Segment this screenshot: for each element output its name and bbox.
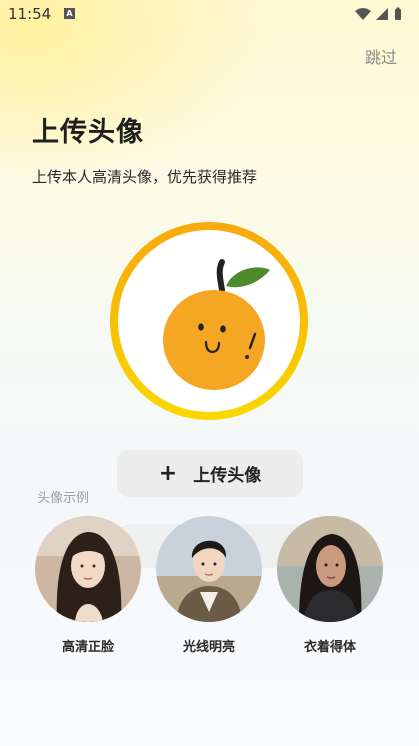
examples-label: 头像示例 <box>37 491 90 506</box>
battery-icon <box>395 7 401 20</box>
status-bar: 11:54 A <box>0 0 419 28</box>
cellular-signal-icon <box>376 8 388 20</box>
example-caption: 光线明亮 <box>182 640 235 655</box>
example-photo <box>35 516 141 622</box>
example-photo <box>156 516 262 622</box>
status-indicators <box>354 6 409 20</box>
upload-avatar-button[interactable]: + 上传头像 <box>117 450 303 497</box>
status-time: 11:54 <box>8 5 52 23</box>
example-caption: 高清正脸 <box>61 640 114 655</box>
avatar-placeholder[interactable] <box>110 222 308 420</box>
plus-icon: + <box>158 460 178 486</box>
skip-button[interactable]: 跳过 <box>365 44 397 68</box>
example-item-clear-face: 高清正脸 <box>33 516 143 655</box>
avatar-placeholder-inner <box>118 230 300 412</box>
page-subtitle: 上传本人高清头像，优先获得推荐 <box>32 168 258 186</box>
example-photo <box>277 516 383 622</box>
page-title: 上传头像 <box>32 117 144 148</box>
example-caption: 衣着得体 <box>303 640 356 655</box>
wifi-icon <box>355 8 371 20</box>
example-item-bright-light: 光线明亮 <box>154 516 264 655</box>
notification-app-icon: A <box>64 8 75 19</box>
upload-avatar-label: 上传头像 <box>193 466 262 486</box>
orange-mascot-icon <box>163 259 270 390</box>
example-item-proper-attire: 衣着得体 <box>275 516 385 655</box>
